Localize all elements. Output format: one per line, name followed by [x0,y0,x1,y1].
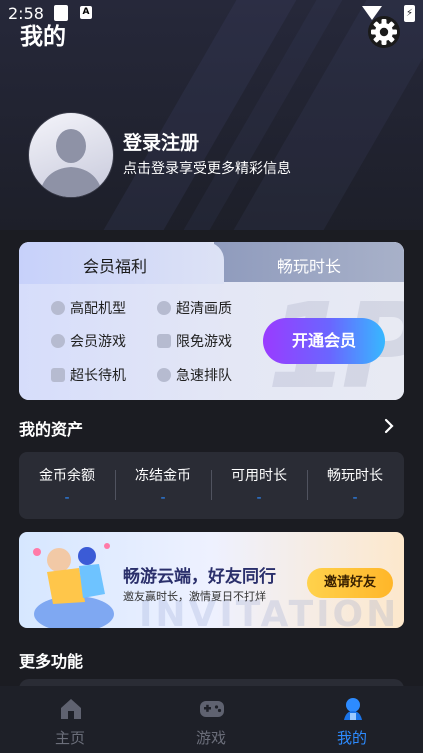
default-avatar-icon [39,129,103,197]
home-icon [61,699,81,719]
nav-profile[interactable]: 我的 [292,686,412,753]
hd-icon [157,368,171,382]
asset-label: 畅玩时长 [327,468,383,484]
assets-section-title[interactable]: 我的资产 [19,416,83,440]
notification-a-icon: A [80,6,92,19]
page-title: 我的 [20,24,66,50]
asset-value: - [64,490,70,506]
asset-label: 冻结金币 [135,468,191,484]
bottom-nav: 主页 游戏 我的 [0,686,423,753]
settings-button[interactable] [366,14,402,50]
invite-banner[interactable]: INVITATION 畅游云端，好友同行 邀友赢时长，激情夏日不打烊 邀请好友 [19,532,404,628]
benefit-item: 急速排队 [176,368,232,384]
asset-value: - [256,490,262,506]
chevron-right-icon[interactable] [382,417,396,435]
plus-icon [157,301,171,315]
assets-card: 金币余额 - 冻结金币 - 可用时长 - 畅玩时长 - [19,452,404,519]
login-register-link[interactable]: 登录注册 [123,128,199,155]
clock-icon [51,301,65,315]
login-hint: 点击登录享受更多精彩信息 [123,161,291,177]
avatar[interactable] [28,112,114,198]
profile-icon [344,698,362,720]
invite-friends-button[interactable]: 邀请好友 [307,568,393,598]
asset-label: 金币余额 [39,468,95,484]
benefit-item: 会员游戏 [70,334,126,350]
nav-home-label: 主页 [54,729,85,747]
asset-value: - [352,490,358,506]
nav-home[interactable]: 主页 [10,686,130,753]
asset-value: - [160,490,166,506]
banner-subtitle: 邀友赢时长，激情夏日不打烊 [123,590,266,603]
benefit-item: 超清画质 [176,301,232,317]
benefit-item: 限免游戏 [176,334,232,350]
battery-icon [51,368,65,382]
tab-playtime-label[interactable]: 畅玩时长 [277,253,341,277]
ticket-icon [157,334,171,348]
asset-label: 可用时长 [231,468,287,484]
game-icon [51,334,65,348]
tab-vip-benefits-label[interactable]: 会员福利 [83,253,147,277]
gamepad-icon [200,701,224,717]
battery-icon: ⚡ [404,5,415,22]
open-vip-button[interactable]: 开通会员 [263,318,385,364]
benefit-item: 高配机型 [70,301,126,317]
gear-icon [368,16,400,48]
banner-title: 畅游云端，好友同行 [123,567,276,587]
vip-card: 会员福利 畅玩时长 1P 高配机型 超清画质 会员游戏 限免游戏 超长待机 急速… [19,242,404,400]
benefit-item: 超长待机 [70,368,126,384]
nav-profile-label: 我的 [336,729,367,747]
more-features-title: 更多功能 [19,652,84,671]
nav-games[interactable]: 游戏 [151,686,271,753]
banner-illustration [33,543,114,628]
nav-games-label: 游戏 [195,729,226,747]
